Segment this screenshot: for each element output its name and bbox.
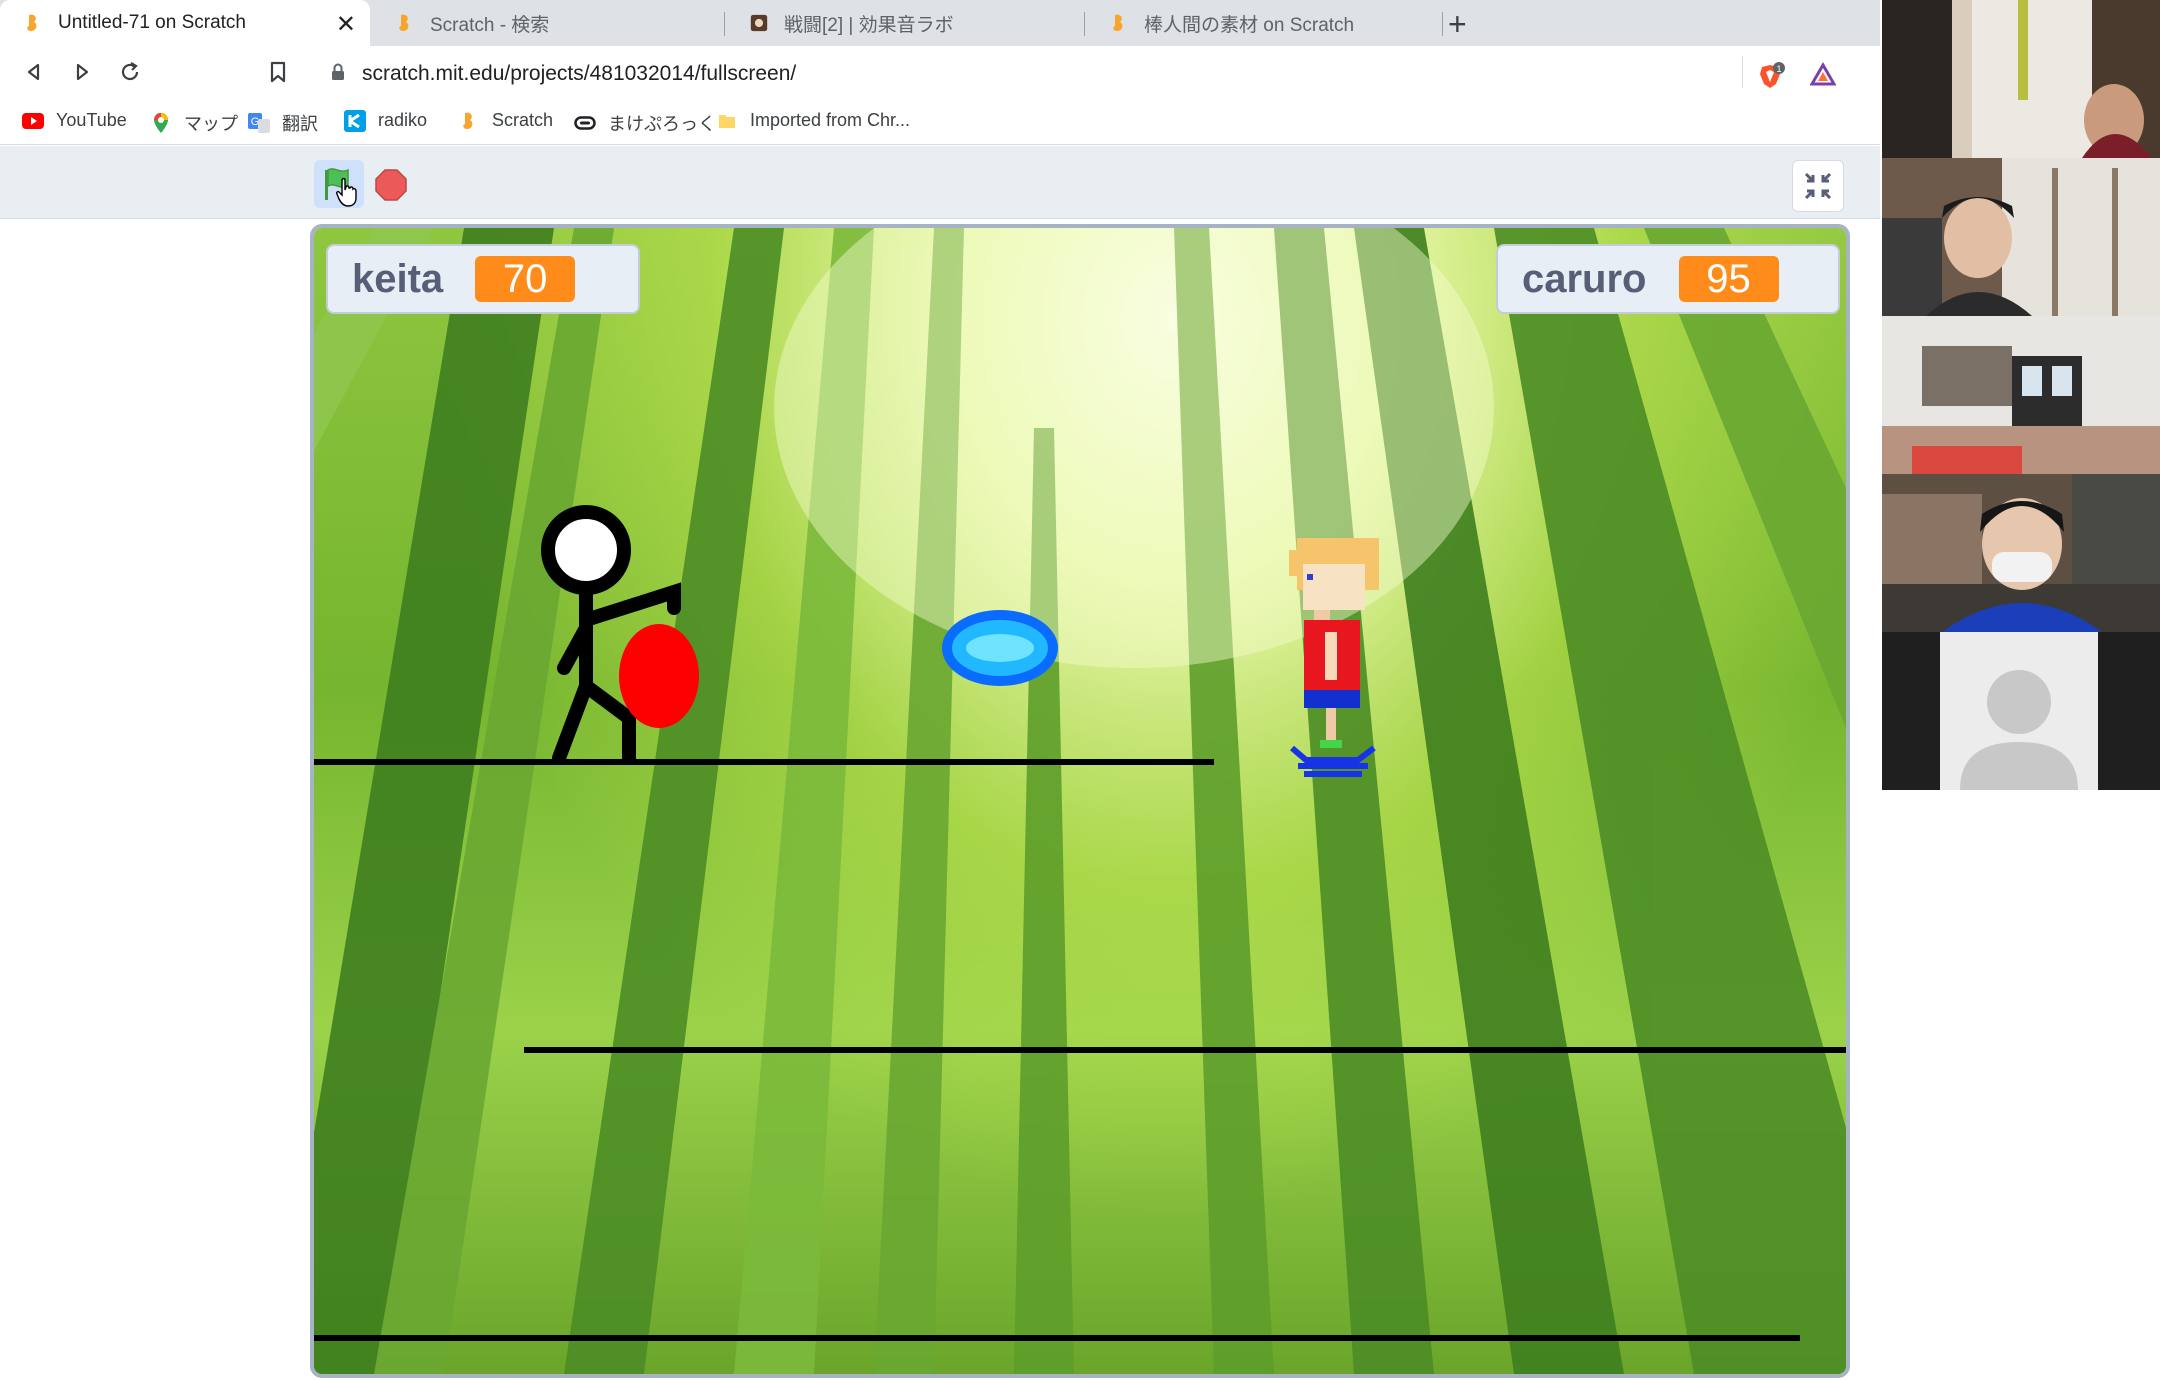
stop-icon [375,169,407,201]
bookmark-translate[interactable]: G 翻訳 [248,110,318,136]
tab-title: Untitled-71 on Scratch [58,12,246,33]
bookmark-makeblock[interactable]: まけぷろっく [574,110,716,136]
tab-sound-lab[interactable]: 戦闘[2] | 効果音ラボ [726,0,1082,46]
stage-canvas [314,228,1846,1374]
participant-video [1882,158,2160,316]
video-participant-1[interactable] [1882,0,2160,158]
exit-fullscreen-button[interactable] [1792,160,1844,212]
close-icon[interactable]: ✕ [336,10,356,39]
red-shield-sprite [619,624,699,728]
variable-monitor-keita: keita 70 [326,244,640,314]
back-icon[interactable] [20,58,48,86]
radiko-icon [344,109,366,132]
tab-separator [1442,12,1443,36]
monitor-label: keita [352,256,444,301]
forward-icon[interactable] [68,58,96,86]
monitor-value: 70 [475,256,576,302]
blue-projectile-sprite [942,610,1058,686]
omnibox-divider [1742,56,1743,88]
bookmark-label: マップ [184,114,238,134]
youtube-icon [22,111,44,131]
bookmark-scratch[interactable]: Scratch [458,110,553,131]
video-participant-3[interactable] [1882,316,2160,474]
scratch-icon [458,111,480,131]
translate-icon: G [248,113,270,133]
monitor-label: caruro [1522,256,1647,301]
sound-lab-icon [750,12,768,34]
brave-rewards-icon[interactable] [1809,62,1837,86]
scratch-icon [1110,12,1128,34]
participant-video [1882,316,2160,474]
stop-button[interactable] [374,168,408,202]
tab-title: 棒人間の素材 on Scratch [1144,14,1355,36]
address-bar[interactable]: scratch.mit.edu/projects/481032014/fulls… [316,52,1846,94]
variable-monitor-caruro: caruro 95 [1496,244,1840,314]
tab-scratch-project[interactable]: Untitled-71 on Scratch ✕ [0,0,370,46]
video-participant-2[interactable] [1882,158,2160,316]
monitor-value: 95 [1678,256,1779,302]
green-flag-button[interactable] [314,160,364,208]
maps-icon [150,113,172,133]
scratch-stage[interactable]: keita 70 caruro 95 [310,224,1850,1378]
tab-bar: Untitled-71 on Scratch ✕ Scratch - 検索 戦闘… [0,0,1880,46]
tab-title: 戦闘[2] | 効果音ラボ [784,14,954,36]
bookmark-maps[interactable]: マップ [150,110,238,136]
sunlight-haze [774,228,1494,668]
scratch-icon [396,12,414,34]
avatar-placeholder-icon [1882,632,2160,790]
video-participant-4[interactable] [1882,474,2160,632]
bookmark-label: Imported from Chr... [750,110,911,130]
scratch-player-controls [0,146,1880,219]
bookmarks-bar: YouTube マップ G 翻訳 radiko Scratch まけぷろっく I… [0,98,1880,145]
tab-separator [1084,12,1085,36]
bookmark-icon[interactable] [264,58,292,86]
hand-cursor-icon [336,178,357,207]
bookmark-youtube[interactable]: YouTube [22,110,127,131]
brave-badge: 1 [1776,64,1781,74]
new-tab-button[interactable]: + [1448,6,1467,43]
tab-stickman-assets[interactable]: 棒人間の素材 on Scratch [1086,0,1442,46]
bookmark-radiko[interactable]: radiko [344,109,428,132]
svg-text:G: G [251,116,260,128]
lock-icon [330,62,346,87]
link-icon [574,113,596,133]
bookmark-imported-folder[interactable]: Imported from Chr... [716,110,910,131]
tab-title: Scratch - 検索 [430,14,550,36]
video-participant-5[interactable] [1882,632,2160,790]
reload-icon[interactable] [116,58,144,86]
bookmark-label: Scratch [492,110,554,130]
participant-video [1882,474,2160,632]
brave-shield-icon[interactable]: 1 [1758,62,1785,88]
bookmark-label: YouTube [56,110,127,130]
browser-toolbar: scratch.mit.edu/projects/481032014/fulls… [0,46,1880,98]
tab-scratch-search[interactable]: Scratch - 検索 [372,0,722,46]
scratch-icon [24,12,42,34]
exit-fullscreen-icon [1804,172,1832,200]
bookmark-label: radiko [378,110,428,130]
url-text: scratch.mit.edu/projects/481032014/fulls… [362,62,797,85]
folder-icon [716,111,738,131]
bookmark-label: まけぷろっく [608,114,716,134]
participant-video [1882,0,2160,158]
tab-separator [724,12,725,36]
bookmark-label: 翻訳 [282,114,318,134]
